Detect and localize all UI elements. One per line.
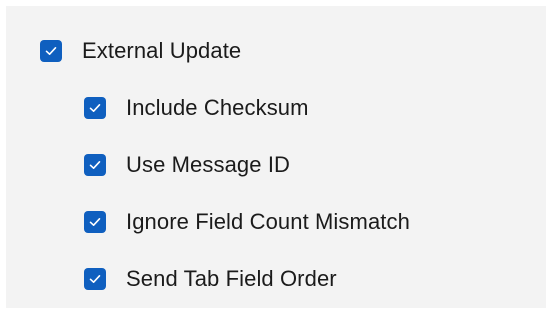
send-tab-field-order-checkbox[interactable]: Send Tab Field Order	[84, 264, 337, 294]
include-checksum-label: Include Checksum	[126, 95, 309, 120]
checkbox-checked[interactable]	[40, 40, 62, 62]
checkmark-icon	[45, 47, 57, 55]
use-message-id-checkbox[interactable]: Use Message ID	[84, 150, 290, 180]
options-panel: External Update Include Checksum Use Mes…	[6, 6, 546, 308]
ignore-field-count-mismatch-checkbox[interactable]: Ignore Field Count Mismatch	[84, 207, 410, 237]
checkmark-icon	[89, 104, 101, 112]
checkbox-checked[interactable]	[84, 154, 106, 176]
external-update-checkbox[interactable]: External Update	[40, 36, 241, 66]
checkbox-checked[interactable]	[84, 268, 106, 290]
checkmark-icon	[89, 218, 101, 226]
send-tab-field-order-label: Send Tab Field Order	[126, 266, 337, 291]
use-message-id-label: Use Message ID	[126, 152, 291, 177]
checkbox-checked[interactable]	[84, 97, 106, 119]
checkmark-icon	[89, 161, 101, 169]
include-checksum-checkbox[interactable]: Include Checksum	[84, 93, 309, 123]
ignore-field-count-mismatch-label: Ignore Field Count Mismatch	[126, 209, 410, 234]
external-update-label: External Update	[82, 38, 242, 63]
checkbox-checked[interactable]	[84, 211, 106, 233]
checkmark-icon	[89, 275, 101, 283]
